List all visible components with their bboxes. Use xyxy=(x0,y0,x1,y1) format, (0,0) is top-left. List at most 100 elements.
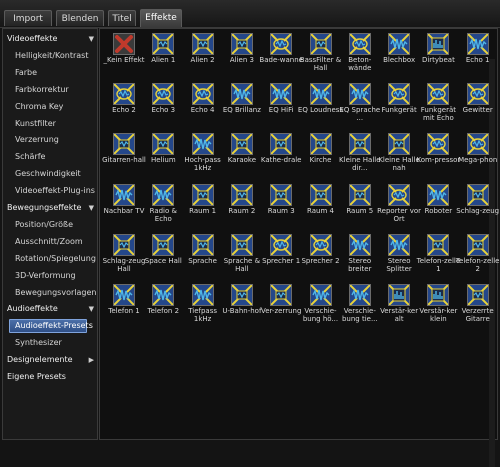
effect-burst-icon xyxy=(388,133,411,156)
sidebar-item-synthesizer[interactable]: Synthesizer xyxy=(3,335,98,351)
effect-burst-icon xyxy=(466,183,489,206)
effect-burst-icon xyxy=(230,284,253,306)
effect-wave-icon xyxy=(466,33,489,55)
effect-preset-label: Mega-phon xyxy=(458,156,498,165)
effect-wave-icon xyxy=(388,233,411,256)
effect-bubble-icon xyxy=(466,133,489,156)
sidebar-item-bewegungsvorlagen[interactable]: Bewegungsvorlagen xyxy=(3,285,98,301)
effect-wave-icon xyxy=(348,233,371,256)
effect-burst-icon xyxy=(230,33,253,55)
sidebar-item-label: Bewegungsvorlagen xyxy=(15,287,97,297)
sidebar-item-label: Geschwindigkeit xyxy=(15,169,81,179)
effect-wave-icon xyxy=(270,83,293,106)
effect-burst-icon xyxy=(230,133,253,156)
effect-category-tree[interactable]: Videoeffekte ▼ Helligkeit/Kontrast Farbe Far… xyxy=(2,28,98,440)
sidebar-item-videoeffekte[interactable]: Videoeffekte ▼ xyxy=(3,31,98,47)
effect-burst-icon xyxy=(230,233,253,256)
tab-import[interactable]: Import xyxy=(4,10,52,26)
effect-burst-icon xyxy=(348,133,371,156)
sidebar-item-label: Audioeffekt-Presets xyxy=(15,321,93,331)
sidebar-item-position-größe[interactable]: Position/Größe xyxy=(3,217,98,233)
effect-preset-grid: _Kein Effekt Alien 1 Alien 2 Alien 3 Bade-wa… xyxy=(99,28,500,467)
tab-effekte[interactable]: Effekte xyxy=(140,9,182,27)
effect-preset-item[interactable]: Echo 1 xyxy=(455,31,500,79)
sidebar-item-kunstfilter[interactable]: Kunstfilter xyxy=(3,116,98,132)
effect-preset-item[interactable]: Mega-phon xyxy=(455,131,500,179)
sidebar-item-helligkeit-kontrast[interactable]: Helligkeit/Kontrast xyxy=(3,48,98,64)
sidebar-item-3d-verformung[interactable]: 3D-Verformung xyxy=(3,268,98,284)
effect-burst-icon xyxy=(191,183,214,206)
sidebar-item-label: Position/Größe xyxy=(15,219,74,229)
tab-blenden[interactable]: Blenden xyxy=(56,10,104,26)
effect-bubble-icon xyxy=(348,33,371,55)
effect-bubble-icon xyxy=(152,83,175,106)
chevron-right-icon[interactable]: ▶ xyxy=(89,352,94,368)
sidebar-item-label: Schärfe xyxy=(15,152,46,162)
tab-titel[interactable]: Titel xyxy=(108,10,136,26)
tab-bar: Import Blenden Titel Effekte xyxy=(0,0,500,28)
effect-wave-icon xyxy=(309,284,332,306)
effect-bars-icon xyxy=(427,33,450,55)
effect-bubble-icon xyxy=(388,83,411,106)
sidebar-item-audioeffekte[interactable]: Audioeffekte ▼ xyxy=(3,301,98,317)
sidebar-item-label: Rotation/Spiegelung xyxy=(15,253,96,263)
effect-bubble-icon xyxy=(466,83,489,106)
sidebar-item-chroma-key[interactable]: Chroma Key xyxy=(3,99,98,115)
effect-bubble-icon xyxy=(191,83,214,106)
effect-bars-icon xyxy=(388,284,411,306)
sidebar-item-label: Eigene Presets xyxy=(7,372,66,381)
effect-burst-icon xyxy=(152,133,175,156)
effect-bubble-icon xyxy=(270,33,293,55)
sidebar-item-rotation-spiegelung[interactable]: Rotation/Spiegelung xyxy=(3,251,98,267)
effect-preset-item[interactable]: Gewitter xyxy=(455,81,500,129)
sidebar-item-label: Designelemente xyxy=(7,355,73,365)
effect-burst-icon xyxy=(113,133,135,156)
sidebar-item-label: Bewegungseffekte xyxy=(7,203,82,212)
effect-bubble-icon xyxy=(427,83,450,106)
effect-wave-icon xyxy=(152,284,175,306)
effect-burst-icon xyxy=(113,233,135,256)
effect-bubble-icon xyxy=(427,133,450,156)
effect-burst-icon xyxy=(191,33,214,55)
sidebar-item-farbe[interactable]: Farbe xyxy=(3,65,98,81)
effect-bubble-icon xyxy=(388,183,411,206)
sidebar-item-bewegungseffekte[interactable]: Bewegungseffekte ▼ xyxy=(3,200,98,216)
sidebar-item-eigene-presets[interactable]: Eigene Presets xyxy=(3,369,98,385)
sidebar-item-farbkorrektur[interactable]: Farbkorrektur xyxy=(3,82,98,98)
sidebar-item-audioeffekt-presets[interactable]: Audioeffekt-Presets xyxy=(3,318,98,334)
sidebar-item-label: Farbkorrektur xyxy=(15,84,69,94)
chevron-down-icon[interactable]: ▼ xyxy=(89,301,94,317)
effect-preset-item[interactable]: Verzerrte Gitarre xyxy=(455,282,500,330)
effect-burst-icon xyxy=(348,183,371,206)
effect-wave-icon xyxy=(191,284,214,306)
effect-preset-label: Gewitter xyxy=(462,106,493,115)
effect-preset-item[interactable]: Schlag-zeug xyxy=(455,182,500,230)
sidebar-item-designelemente[interactable]: Designelemente ▶ xyxy=(3,352,98,368)
effect-bubble-icon xyxy=(113,83,135,106)
effect-burst-icon xyxy=(309,133,332,156)
effect-preset-label: Echo 1 xyxy=(465,56,490,64)
sidebar-item-label: Farbe xyxy=(15,67,38,77)
effect-wave-icon xyxy=(113,284,135,306)
sidebar-item-label: Kunstfilter xyxy=(15,118,56,128)
effect-preset-label: Schlag-zeug xyxy=(456,206,500,215)
sidebar-item-label: Helligkeit/Kontrast xyxy=(15,50,89,60)
effect-burst-icon xyxy=(427,233,450,256)
sidebar-item-label: 3D-Verformung xyxy=(15,270,76,280)
sidebar-item-verzerrung[interactable]: Verzerrung xyxy=(3,132,98,148)
effect-wave-icon xyxy=(191,133,214,156)
chevron-down-icon[interactable]: ▼ xyxy=(89,31,94,47)
effect-burst-icon xyxy=(309,33,332,55)
sidebar-item-geschwindigkeit[interactable]: Geschwindigkeit xyxy=(3,166,98,182)
effect-preset-item[interactable]: Telefon-zelle 2 xyxy=(455,232,500,280)
chevron-down-icon[interactable]: ▼ xyxy=(89,200,94,216)
sidebar-item-videoeffekt-plug-ins[interactable]: Videoeffekt-Plug-ins xyxy=(3,183,98,199)
sidebar-item-label: Videoeffekte xyxy=(7,34,58,43)
effect-burst-icon xyxy=(466,233,489,256)
effect-preset-label: Telefon-zelle 2 xyxy=(455,256,500,273)
effect-bubble-icon xyxy=(309,233,332,256)
effect-burst-icon xyxy=(466,284,489,306)
sidebar-item-ausschnitt-zoom[interactable]: Ausschnitt/Zoom xyxy=(3,234,98,250)
effect-bubble-icon xyxy=(270,233,293,256)
sidebar-item-schärfe[interactable]: Schärfe xyxy=(3,149,98,165)
